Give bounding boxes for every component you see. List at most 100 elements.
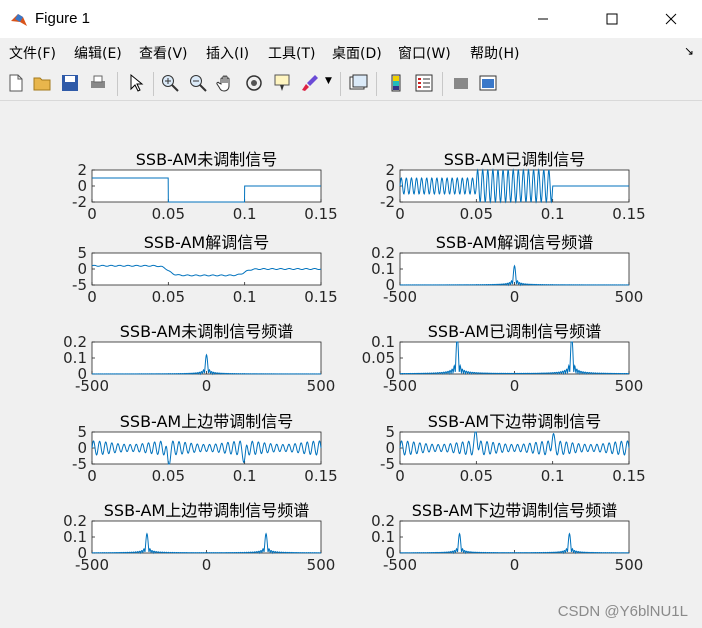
x-tick-label: 0.15 — [304, 467, 337, 485]
x-tick-label: 500 — [307, 377, 336, 395]
subplot: SSB-AM解调信号0 0.05 0.1 0.1550-5 — [72, 233, 338, 306]
x-tick-label: 0.1 — [541, 467, 565, 485]
subplot: SSB-AM已调制信号频谱-500 0 5000.10.050 — [362, 322, 644, 395]
plot-area — [91, 341, 322, 375]
x-tick-label: 500 — [615, 288, 644, 306]
subplots-grid: SSB-AM未调制信号0 0.05 0.1 0.1520-2SSB-AM已调制信号0 0… — [63, 150, 646, 574]
plot-area — [399, 431, 630, 465]
menu-window[interactable]: 窗口(W) — [398, 43, 451, 63]
y-tick-label: -2 — [72, 193, 87, 211]
menu-dock-arrow-icon[interactable]: ↘ — [684, 44, 694, 58]
watermark: CSDN @Y6blNU1L — [557, 603, 688, 620]
x-tick-label: 0.1 — [233, 288, 257, 306]
subplot-title: SSB-AM已调制信号 — [444, 150, 585, 169]
x-tick-label: 500 — [615, 556, 644, 574]
show-plot-tools-icon[interactable] — [478, 73, 498, 93]
subplot-title: SSB-AM上边带调制信号频谱 — [104, 501, 309, 520]
y-tick-label: -5 — [72, 455, 87, 473]
x-tick-label: 0.05 — [152, 288, 185, 306]
plot-area — [91, 520, 322, 554]
colorbar-icon[interactable] — [386, 73, 406, 93]
pointer-icon[interactable] — [126, 73, 146, 93]
zoom-out-icon[interactable] — [188, 73, 208, 93]
subplot: SSB-AM未调制信号频谱-500 0 5000.20.10 — [63, 322, 335, 395]
subplot-title: SSB-AM已调制信号频谱 — [428, 322, 601, 341]
subplot: SSB-AM解调信号频谱-500 0 5000.20.10 — [371, 233, 643, 306]
subplot: SSB-AM上边带调制信号频谱-500 0 5000.20.10 — [63, 501, 335, 574]
print-icon[interactable] — [88, 73, 108, 93]
matlab-icon — [11, 14, 27, 26]
y-tick-label: 0 — [385, 365, 395, 383]
y-tick-label: -5 — [72, 276, 87, 294]
x-tick-label: 0 — [510, 288, 520, 306]
subplot: SSB-AM未调制信号0 0.05 0.1 0.1520-2 — [72, 150, 338, 223]
menu-desktop[interactable]: 桌面(D) — [332, 43, 382, 63]
menu-view[interactable]: 查看(V) — [139, 43, 188, 63]
x-tick-label: 0.15 — [612, 205, 645, 223]
subplot: SSB-AM下边带调制信号频谱-500 0 5000.20.10 — [371, 501, 643, 574]
y-tick-label: 0 — [385, 544, 395, 562]
minimize-icon — [538, 18, 548, 20]
x-tick-label: 0 — [510, 556, 520, 574]
menu-insert[interactable]: 插入(I) — [206, 43, 249, 63]
x-tick-label: 0 — [87, 288, 97, 306]
link-plot-icon[interactable] — [348, 73, 368, 93]
x-tick-label: 0.1 — [233, 467, 257, 485]
figure-window: Figure 1 文件(F) 编辑(E) 查看(V) 插入(I) 工具(T) 桌… — [0, 0, 702, 628]
menu-bar: 文件(F) 编辑(E) 查看(V) 插入(I) 工具(T) 桌面(D) 窗口(W… — [0, 38, 702, 66]
x-tick-label: 0 — [395, 205, 405, 223]
subplot-title: SSB-AM未调制信号频谱 — [120, 322, 293, 341]
y-tick-label: 0 — [77, 544, 87, 562]
y-tick-label: -2 — [380, 193, 395, 211]
plot-area — [91, 431, 322, 465]
y-tick-label: -5 — [380, 455, 395, 473]
save-icon[interactable] — [60, 73, 80, 93]
x-tick-label: 0 — [202, 556, 212, 574]
toolbar: ▼ — [0, 66, 702, 101]
close-button[interactable] — [648, 0, 694, 38]
title-bar: Figure 1 — [0, 0, 702, 38]
open-folder-icon[interactable] — [32, 73, 52, 93]
subplot-title: SSB-AM解调信号 — [144, 233, 269, 252]
menu-file[interactable]: 文件(F) — [9, 43, 56, 63]
subplot: SSB-AM已调制信号0 0.05 0.1 0.1520-2 — [380, 150, 646, 223]
window-title: Figure 1 — [35, 10, 91, 27]
x-tick-label: 500 — [307, 556, 336, 574]
new-file-icon[interactable] — [6, 73, 26, 93]
minimize-button[interactable] — [520, 0, 566, 38]
subplot-title: SSB-AM上边带调制信号 — [120, 412, 293, 431]
x-tick-label: 0.15 — [612, 467, 645, 485]
y-tick-label: 0 — [77, 365, 87, 383]
x-tick-label: 0.05 — [152, 205, 185, 223]
data-cursor-icon[interactable] — [272, 73, 292, 93]
subplot-title: SSB-AM下边带调制信号 — [428, 412, 601, 431]
zoom-in-icon[interactable] — [160, 73, 180, 93]
subplot-title: SSB-AM未调制信号 — [136, 150, 277, 169]
x-tick-label: 500 — [615, 377, 644, 395]
x-tick-label: 0 — [87, 205, 97, 223]
y-tick-label: 0 — [385, 276, 395, 294]
brush-icon[interactable] — [300, 73, 320, 93]
figure-canvas: SSB-AM未调制信号 0 0.05 0.1 0.15 2 0 -2 SSB-AM已调制信号 0 0… — [0, 101, 702, 628]
plot-area — [399, 520, 630, 554]
legend-icon[interactable] — [414, 73, 434, 93]
menu-edit[interactable]: 编辑(E) — [74, 43, 122, 63]
x-tick-label: 0.1 — [541, 205, 565, 223]
rotate-3d-icon[interactable] — [244, 73, 264, 93]
x-tick-label: 0.1 — [233, 205, 257, 223]
hide-plot-tools-icon[interactable] — [451, 73, 471, 93]
x-tick-label: 0 — [87, 467, 97, 485]
plot-area — [399, 341, 630, 375]
maximize-button[interactable] — [589, 0, 635, 38]
subplot: SSB-AM下边带调制信号0 0.05 0.1 0.1550-5 — [380, 412, 646, 485]
menu-tools[interactable]: 工具(T) — [268, 43, 315, 63]
x-tick-label: 0 — [510, 377, 520, 395]
pan-hand-icon[interactable] — [216, 73, 236, 93]
menu-help[interactable]: 帮助(H) — [470, 43, 519, 63]
brush-dropdown-icon[interactable]: ▼ — [325, 76, 332, 86]
subplot-title: SSB-AM解调信号频谱 — [436, 233, 593, 252]
x-tick-label: 0.15 — [304, 288, 337, 306]
maximize-icon — [606, 13, 618, 25]
x-tick-label: 0 — [202, 377, 212, 395]
x-tick-label: 0.05 — [460, 467, 493, 485]
